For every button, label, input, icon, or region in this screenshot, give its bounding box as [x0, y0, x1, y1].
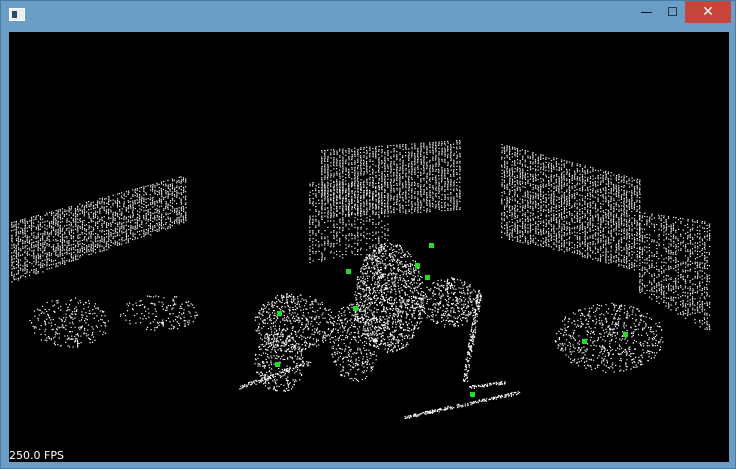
keypoint-marker: [429, 243, 434, 248]
keypoint-marker: [582, 339, 587, 344]
minimize-icon: —: [640, 5, 653, 19]
maximize-button[interactable]: ☐: [660, 1, 685, 23]
keypoint-marker: [346, 269, 351, 274]
keypoint-marker: [275, 362, 280, 367]
app-window: — ☐ ✕ 250.0 FPS: [0, 0, 736, 469]
close-icon: ✕: [702, 4, 714, 20]
keypoint-marker: [353, 306, 358, 311]
keypoint-marker: [277, 311, 282, 316]
point-cloud-viewport[interactable]: 250.0 FPS: [9, 32, 729, 462]
maximize-icon: ☐: [667, 5, 678, 19]
app-window-icon[interactable]: [9, 8, 25, 21]
keypoint-marker: [470, 392, 475, 397]
minimize-button[interactable]: —: [633, 1, 660, 23]
keypoint-marker: [425, 275, 430, 280]
close-button[interactable]: ✕: [685, 1, 731, 23]
keypoint-marker: [623, 332, 628, 337]
title-bar[interactable]: — ☐ ✕: [1, 1, 736, 32]
keypoint-marker: [415, 263, 420, 268]
point-cloud-points: [11, 140, 711, 419]
point-cloud-render: [11, 140, 711, 419]
fps-counter: 250.0 FPS: [9, 449, 64, 462]
